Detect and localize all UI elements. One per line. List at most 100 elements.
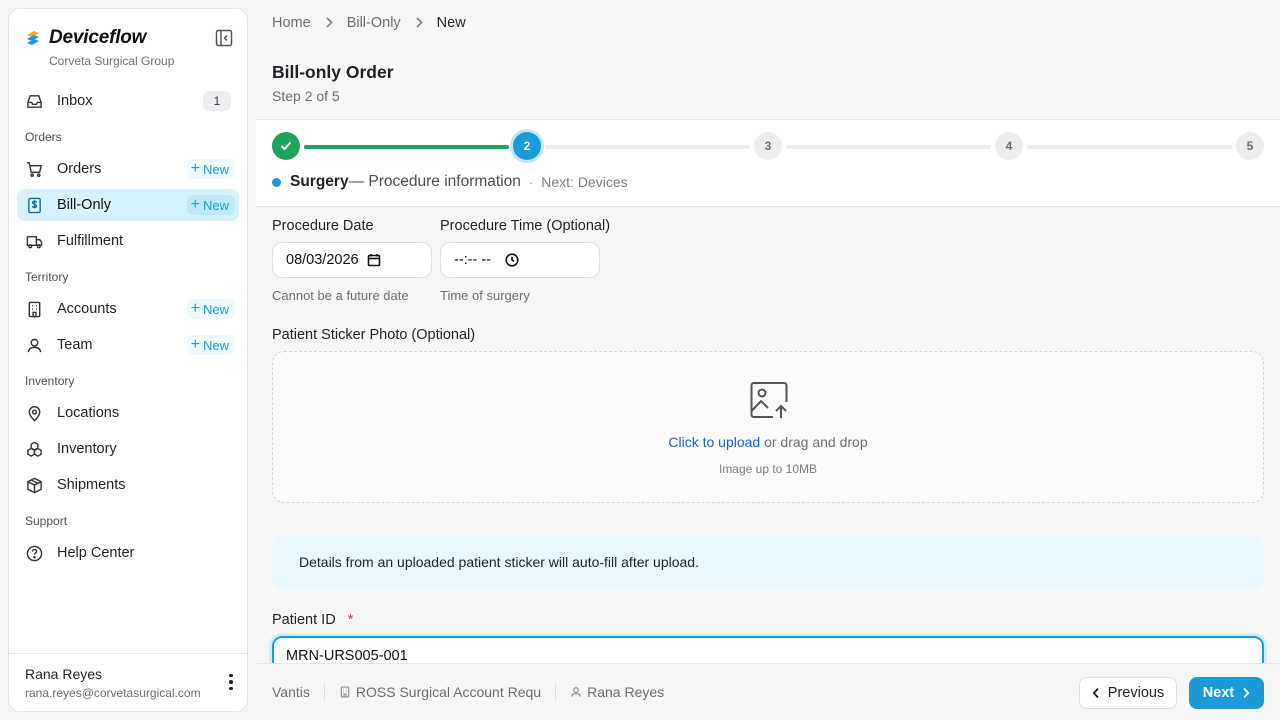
sidebar-item-label: Team [57, 337, 93, 353]
user-email: rana.reyes@corvetasurgical.com [25, 686, 201, 700]
calendar-icon[interactable] [367, 253, 381, 267]
procedure-time-value: --:-- -- [454, 252, 492, 268]
current-step-name: Surgery [290, 173, 349, 190]
new-label: New [202, 197, 229, 213]
user-icon [571, 687, 581, 697]
sidebar-item-label: Shipments [57, 477, 126, 493]
sidebar-item-team[interactable]: Team + New [17, 329, 239, 361]
breadcrumb-current: New [436, 15, 466, 31]
sidebar-item-bill-only[interactable]: Bill-Only + New [17, 189, 239, 221]
new-bill-only-button[interactable]: + New [186, 195, 235, 215]
user-profile: Rana Reyes rana.reyes@corvetasurgical.co… [9, 653, 247, 711]
section-label-territory: Territory [25, 270, 69, 284]
footer-context: Vantis ROSS Surgical Account Requ Rana R… [272, 684, 664, 700]
next-step-hint: Next: Devices [541, 174, 628, 190]
sidebar-item-shipments[interactable]: Shipments [17, 469, 239, 501]
clock-icon[interactable] [505, 253, 519, 267]
caption-separator: · [528, 174, 534, 190]
receipt-icon [25, 196, 43, 214]
procedure-time-label: Procedure Time (Optional) [440, 218, 611, 234]
app-name: Deviceflow [49, 27, 147, 48]
next-label: Next [1202, 685, 1235, 701]
sidebar-item-label: Inbox [57, 93, 93, 109]
section-label-inventory: Inventory [25, 374, 75, 388]
help-circle-icon [25, 544, 43, 562]
sidebar-item-label: Bill-Only [57, 197, 111, 213]
deviceflow-logo-icon [27, 31, 39, 45]
sidebar-item-inbox[interactable]: Inbox 1 [17, 85, 239, 117]
truck-icon [25, 232, 43, 250]
sidebar-item-inventory[interactable]: Inventory [17, 433, 239, 465]
step-connector-3 [786, 145, 991, 149]
sidebar-item-label: Orders [57, 161, 102, 177]
patient-id-label: Patient ID * [272, 612, 353, 628]
building-icon [340, 686, 350, 698]
footer-account: ROSS Surgical Account Requ [339, 684, 541, 700]
plus-icon: + [190, 336, 200, 353]
new-order-button[interactable]: + New [186, 159, 235, 179]
plus-icon: + [190, 196, 200, 213]
procedure-date-value: 08/03/2026 [286, 252, 359, 268]
stepper: 2 3 4 5 Surgery — Procedure information … [256, 119, 1280, 207]
current-step-description: — Procedure information [348, 173, 521, 190]
new-team-button[interactable]: + New [186, 335, 235, 355]
sidebar-item-label: Locations [57, 405, 120, 421]
map-pin-icon [25, 404, 43, 422]
plus-icon: + [190, 300, 200, 317]
section-label-orders: Orders [25, 130, 62, 144]
breadcrumb-bill-only[interactable]: Bill-Only [347, 15, 401, 31]
footer-user: Rana Reyes [570, 684, 664, 700]
footer-account-name: ROSS Surgical Account Requ [355, 684, 542, 700]
more-vertical-icon[interactable] [225, 672, 237, 692]
step-caption: Surgery — Procedure information · Next: … [272, 173, 628, 191]
footer-divider [555, 684, 557, 700]
cart-icon [25, 160, 43, 178]
step-connector-2 [545, 145, 750, 149]
sidebar-item-locations[interactable]: Locations [17, 397, 239, 429]
new-account-button[interactable]: + New [186, 299, 235, 319]
sidebar-item-accounts[interactable]: Accounts + New [17, 293, 239, 325]
step-2-current[interactable]: 2 [513, 132, 541, 160]
procedure-date-help: Cannot be a future date [272, 288, 409, 303]
sidebar-item-label: Fulfillment [57, 233, 124, 249]
sidebar-item-fulfillment[interactable]: Fulfillment [17, 225, 239, 257]
autofill-info-banner: Details from an uploaded patient sticker… [272, 535, 1264, 590]
step-4[interactable]: 4 [995, 132, 1023, 160]
page-step: Step 2 of 5 [272, 88, 340, 104]
next-button[interactable]: Next [1189, 677, 1264, 709]
step-connector-4 [1027, 145, 1232, 149]
sidebar-item-help-center[interactable]: Help Center [17, 537, 239, 569]
new-label: New [202, 301, 229, 317]
procedure-date-input[interactable]: 08/03/2026 [272, 242, 432, 278]
upload-drag-text: or drag and drop [760, 434, 868, 450]
page-title: Bill-only Order [272, 62, 394, 82]
plus-icon: + [190, 160, 200, 177]
footer-bar: Vantis ROSS Surgical Account Requ Rana R… [256, 663, 1280, 720]
breadcrumb-home[interactable]: Home [272, 15, 311, 31]
sidebar-collapse-icon[interactable] [215, 29, 233, 47]
brand[interactable]: Deviceflow [25, 27, 146, 49]
previous-button[interactable]: Previous [1079, 677, 1177, 709]
step-1-complete[interactable] [272, 132, 300, 160]
user-name: Rana Reyes [25, 666, 103, 682]
sidebar-item-orders[interactable]: Orders + New [17, 153, 239, 185]
new-label: New [202, 337, 229, 353]
patient-id-label-text: Patient ID [272, 612, 336, 628]
procedure-time-input[interactable]: --:-- -- [440, 242, 600, 278]
check-icon [280, 141, 292, 151]
new-label: New [202, 161, 229, 177]
click-to-upload-link[interactable]: Click to upload [668, 434, 760, 450]
upload-instructions: Click to upload or drag and drop [273, 434, 1263, 450]
footer-divider [323, 684, 325, 700]
sticker-upload-dropzone[interactable]: Click to upload or drag and drop Image u… [272, 351, 1264, 503]
required-asterisk: * [347, 612, 354, 628]
footer-user-name: Rana Reyes [587, 684, 665, 700]
previous-label: Previous [1107, 685, 1165, 701]
upload-size-limit: Image up to 10MB [718, 462, 818, 476]
inbox-icon [25, 92, 43, 110]
step-5[interactable]: 5 [1236, 132, 1264, 160]
procedure-time-help: Time of surgery [440, 288, 530, 303]
step-3[interactable]: 3 [754, 132, 782, 160]
inbox-count-badge: 1 [203, 91, 231, 111]
step-connector-1 [304, 145, 509, 149]
